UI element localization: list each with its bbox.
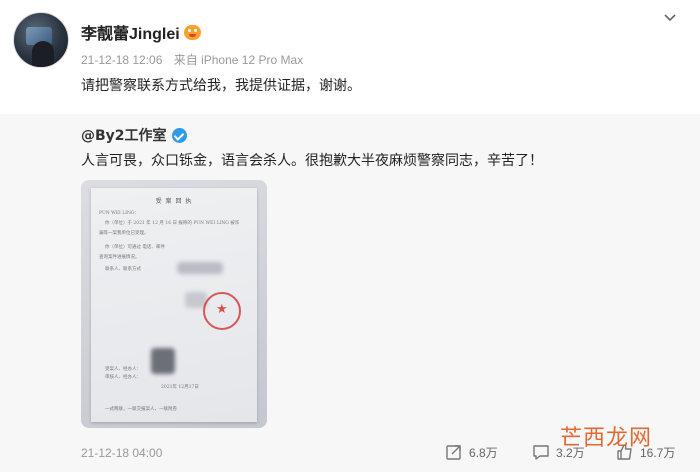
document-photo[interactable]: 受 案 回 执 PUN WEI LING： 你（单位）于 2021 年 12 月… [81,180,267,428]
post-source: 来自 iPhone 12 Pro Max [173,53,304,67]
avatar[interactable] [13,12,69,68]
document-footer-line: 一式两联，一联交报案人，一联附卷 [105,407,177,411]
avatar-figure [32,41,54,67]
document-line: 查询案件进展情况。 [99,255,140,259]
repost-author-row: @By2工作室 [81,125,187,145]
repost-text: 人言可畏，众口铄金，语言会杀人。很抱歉大半夜麻烦警察同志，辛苦了！ [81,153,543,169]
official-seal [203,292,241,330]
site-watermark: 芒西龙网 [560,420,652,452]
post-meta: 21-12-18 12:06 来自 iPhone 12 Pro Max [81,51,311,68]
vip-badge-icon[interactable] [183,24,201,40]
document-footer-line: 受案人、经办人： [105,367,141,371]
repost-author[interactable]: @By2工作室 [81,125,167,145]
document-date: 2021年 12月17日 [161,385,199,389]
watermark-text: 芒西龙网 [560,426,653,451]
redacted-signature [151,348,175,374]
redacted-contact [177,262,223,274]
share-icon [446,445,461,460]
document-title: 受 案 回 执 [155,198,193,205]
document-footer-line: 审核人、经办人： [105,375,141,379]
post-text: 请把警察联系方式给我，我提供证据，谢谢。 [81,78,361,94]
chevron-down-icon[interactable] [663,11,677,25]
document-line: 你（单位）可通过 电话、邮件 [105,245,165,249]
receipt-paper: 受 案 回 执 PUN WEI LING： 你（单位）于 2021 年 12 月… [91,188,257,422]
username[interactable]: 李靓蕾Jinglei [81,20,180,44]
share-button[interactable]: 6.8万 [445,443,498,461]
username-row: 李靓蕾Jinglei [81,21,201,43]
document-line: 骗等一案我单位已受理。 [99,231,149,235]
reposted-content[interactable]: @By2工作室 人言可畏，众口铄金，语言会杀人。很抱歉大半夜麻烦警察同志，辛苦了… [0,114,700,472]
weibo-post-header: 李靓蕾Jinglei 21-12-18 12:06 来自 iPhone 12 P… [0,0,700,112]
document-line: PUN WEI LING： [99,211,140,215]
document-line: 你（单位）于 2021 年 12 月 16 日 报称的 PUN WEI LING… [105,221,240,225]
document-line: 联系人、联系方式 [105,267,141,271]
post-timestamp[interactable]: 21-12-18 12:06 [81,53,162,67]
share-count: 6.8万 [469,445,498,460]
verified-badge-icon [171,127,187,143]
comment-icon [533,445,549,460]
repost-time[interactable]: 21-12-18 04:00 [81,446,162,460]
